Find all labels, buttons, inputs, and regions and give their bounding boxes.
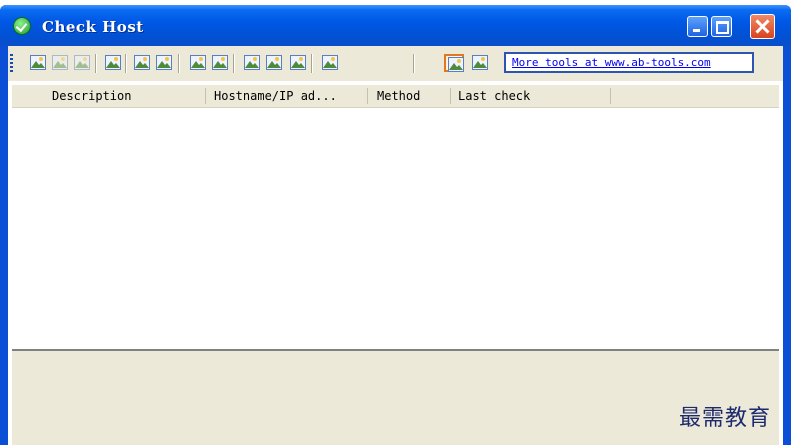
more-tools-link[interactable]: More tools at www.ab-tools.com bbox=[504, 52, 754, 73]
image-placeholder-icon bbox=[244, 55, 260, 70]
title-bar[interactable]: Check Host bbox=[0, 5, 791, 46]
column-header-method[interactable]: Method bbox=[377, 85, 447, 107]
check-icon bbox=[14, 18, 30, 34]
close-button[interactable] bbox=[750, 14, 775, 39]
column-divider[interactable] bbox=[367, 88, 368, 104]
tool-4-button[interactable] bbox=[103, 54, 123, 72]
toolbar-separator bbox=[233, 54, 235, 73]
column-divider[interactable] bbox=[450, 88, 451, 104]
column-header-last-check[interactable]: Last check bbox=[458, 85, 598, 107]
tool-8-button[interactable] bbox=[210, 54, 230, 72]
tool-11-button[interactable] bbox=[288, 54, 308, 72]
check-host-window: Check Host More tools at www.ab-tools.co… bbox=[0, 0, 803, 445]
tool-13-button[interactable] bbox=[444, 54, 464, 72]
image-placeholder-icon bbox=[156, 55, 172, 70]
column-divider[interactable] bbox=[610, 88, 611, 104]
tool-5-button[interactable] bbox=[132, 54, 152, 72]
image-placeholder-icon bbox=[134, 55, 150, 70]
toolbar-separator bbox=[413, 54, 415, 73]
tool-1-button[interactable] bbox=[28, 54, 48, 72]
image-placeholder-icon bbox=[322, 55, 338, 70]
image-placeholder-icon bbox=[190, 55, 206, 70]
watermark-text: 最需教育 bbox=[679, 406, 772, 431]
tool-9-button[interactable] bbox=[242, 54, 262, 72]
content-area: Description Hostname/IP ad... Method Las… bbox=[8, 81, 783, 445]
image-placeholder-icon bbox=[266, 55, 282, 70]
image-placeholder-icon bbox=[290, 55, 306, 70]
tool-2-button[interactable] bbox=[50, 54, 70, 72]
maximize-button[interactable] bbox=[711, 16, 732, 37]
image-placeholder-icon bbox=[448, 57, 464, 72]
toolbar-grip[interactable] bbox=[10, 54, 13, 72]
image-placeholder-icon bbox=[212, 55, 228, 70]
column-divider[interactable] bbox=[205, 88, 206, 104]
toolbar-separator bbox=[125, 54, 127, 73]
tool-3-button[interactable] bbox=[72, 54, 92, 72]
image-placeholder-icon bbox=[30, 55, 46, 70]
host-list[interactable] bbox=[12, 108, 779, 348]
toolbar-separator bbox=[95, 54, 97, 73]
minimize-button[interactable] bbox=[687, 16, 708, 37]
column-header-hostname[interactable]: Hostname/IP ad... bbox=[214, 85, 364, 107]
window-title: Check Host bbox=[42, 18, 144, 36]
list-header: Description Hostname/IP ad... Method Las… bbox=[12, 85, 779, 108]
image-placeholder-icon bbox=[52, 55, 68, 70]
toolbar: More tools at www.ab-tools.com bbox=[8, 46, 783, 81]
tool-7-button[interactable] bbox=[188, 54, 208, 72]
tool-10-button[interactable] bbox=[264, 54, 284, 72]
tool-12-button[interactable] bbox=[320, 54, 340, 72]
toolbar-separator bbox=[178, 54, 180, 73]
details-panel bbox=[12, 351, 779, 445]
image-placeholder-icon bbox=[105, 55, 121, 70]
tool-6-button[interactable] bbox=[154, 54, 174, 72]
tool-14-button[interactable] bbox=[470, 54, 490, 72]
image-placeholder-icon bbox=[74, 55, 90, 70]
column-header-description[interactable]: Description bbox=[52, 85, 202, 107]
toolbar-separator bbox=[311, 54, 313, 73]
image-placeholder-icon bbox=[472, 55, 488, 70]
